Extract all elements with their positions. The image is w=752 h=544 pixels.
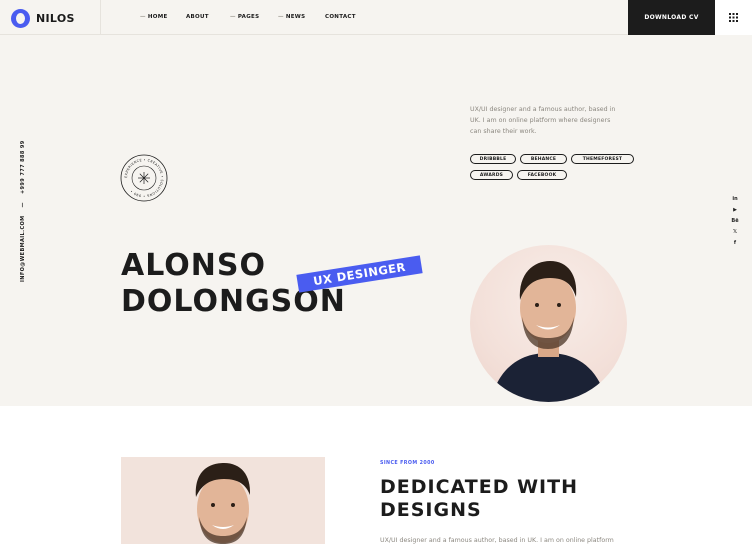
person-portrait-icon xyxy=(195,463,251,544)
nav-label-pages: PAGES xyxy=(237,14,260,20)
about-photo xyxy=(121,457,325,544)
rotating-badge-icon: EXPERIENCE • CREATIVE • SOLUTIONS • 999 … xyxy=(120,154,168,202)
logo-mark-icon xyxy=(11,8,30,28)
since-label: SINCE FROM 2000 xyxy=(380,461,435,466)
person-portrait-icon xyxy=(490,261,607,402)
profile-photo xyxy=(470,245,627,402)
youtube-icon[interactable]: ▶ xyxy=(729,206,741,214)
site-header: NILOS — HOME ABOUT — PAGES — NEWS CONTAC… xyxy=(0,0,752,35)
header-divider xyxy=(100,0,101,35)
side-contact: INFO@WEBMAIL.COM — +999 777 888 99 xyxy=(20,140,32,282)
tag-awards[interactable]: AWARDS xyxy=(470,170,513,180)
side-email[interactable]: INFO@WEBMAIL.COM xyxy=(20,215,26,282)
tag-facebook[interactable]: FACEBOOK xyxy=(517,170,567,180)
logo-text: NILOS xyxy=(36,11,75,25)
nav-label-news: NEWS xyxy=(285,14,306,20)
intro-text: UX/UI designer and a famous author, base… xyxy=(470,106,616,135)
side-contact-text: INFO@WEBMAIL.COM — +999 777 888 99 xyxy=(20,140,26,282)
tag-themeforest[interactable]: THEMEFOREST xyxy=(571,154,634,164)
nav-dash: — xyxy=(140,14,146,20)
nav-item-home[interactable]: — HOME xyxy=(140,14,168,20)
tag-behance[interactable]: BEHANCE xyxy=(520,154,567,164)
side-phone[interactable]: +999 777 888 99 xyxy=(20,140,26,194)
nav-label-about: ABOUT xyxy=(186,14,209,20)
hero-name-first: ALONSO xyxy=(121,248,266,283)
nav-dash: — xyxy=(278,14,284,20)
hero-section xyxy=(0,35,752,406)
nav-item-news[interactable]: — NEWS xyxy=(278,14,305,20)
nav-item-contact[interactable]: CONTACT xyxy=(325,14,356,20)
nav-item-about[interactable]: ABOUT xyxy=(186,14,209,20)
nav-item-pages[interactable]: — PAGES xyxy=(230,14,259,20)
download-cv-button[interactable]: DOWNLOAD CV xyxy=(628,0,715,35)
facebook-icon[interactable]: f xyxy=(729,239,741,247)
twitter-icon[interactable]: 𝕏 xyxy=(729,228,741,236)
grid-menu-icon xyxy=(729,13,738,22)
nav-label-contact: CONTACT xyxy=(325,14,356,20)
side-separator: — xyxy=(20,202,26,208)
about-title: DEDICATED WITH DESIGNS xyxy=(380,476,578,521)
linkedin-icon[interactable]: in xyxy=(729,195,741,203)
nav-label-home: HOME xyxy=(147,14,168,20)
about-text: UX/UI designer and a famous author, base… xyxy=(380,537,614,544)
tag-dribbble[interactable]: DRIBBBLE xyxy=(470,154,516,164)
nav-dash: — xyxy=(230,14,236,20)
social-links: in ▶ Bē 𝕏 f xyxy=(729,195,741,247)
logo[interactable]: NILOS xyxy=(11,8,100,28)
menu-button[interactable] xyxy=(715,0,752,35)
behance-icon[interactable]: Bē xyxy=(729,217,741,225)
hero-name-last: DOLONGSON xyxy=(121,284,346,319)
